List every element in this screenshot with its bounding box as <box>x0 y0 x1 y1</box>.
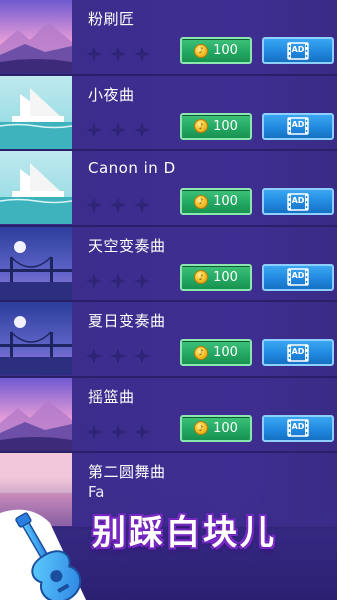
star-rating <box>86 348 150 364</box>
song-thumbnail <box>0 226 72 300</box>
coin-icon: ♪ <box>194 270 209 284</box>
ad-video-icon: AD <box>287 41 309 60</box>
coin-icon: ♪ <box>194 421 209 435</box>
song-list-screen: 粉刷匠 ♪ 100 AD 小夜曲 ♪ 100 AD Canon in D ♪ 1… <box>0 0 337 600</box>
price-label: 100 <box>213 194 238 209</box>
star-rating <box>86 197 150 213</box>
star-rating <box>86 121 150 138</box>
watch-ad-button[interactable]: AD <box>262 414 334 442</box>
song-thumbnail <box>0 75 72 149</box>
song-thumbnail <box>0 377 72 451</box>
guitar-icon <box>0 509 86 600</box>
star-rating <box>86 46 150 62</box>
ad-video-icon: AD <box>287 192 309 211</box>
song-title: Canon in D <box>88 159 176 177</box>
price-label: 100 <box>213 345 238 360</box>
star-rating <box>86 272 150 289</box>
buy-with-coins-button[interactable]: ♪ 100 <box>180 37 252 64</box>
song-row[interactable]: 摇篮曲 ♪ 100 AD <box>0 377 337 453</box>
song-list: 粉刷匠 ♪ 100 AD 小夜曲 ♪ 100 AD Canon in D ♪ 1… <box>0 0 337 529</box>
star-rating <box>86 423 150 440</box>
buy-with-coins-button[interactable]: ♪ 100 <box>180 112 252 140</box>
ad-video-icon: AD <box>287 268 309 286</box>
buy-with-coins-button[interactable]: ♪ 100 <box>180 414 252 442</box>
buy-with-coins-button[interactable]: ♪ 100 <box>180 188 252 215</box>
buy-with-coins-button[interactable]: ♪ 100 <box>180 263 252 291</box>
song-row[interactable]: 夏日变奏曲 ♪ 100 AD <box>0 302 337 378</box>
song-title: 粉刷匠 <box>88 10 135 28</box>
price-label: 100 <box>213 118 238 134</box>
song-row[interactable]: 粉刷匠 ♪ 100 AD <box>0 0 337 76</box>
song-title: 小夜曲 <box>88 85 135 104</box>
watch-ad-button[interactable]: AD <box>262 37 334 64</box>
buy-with-coins-button[interactable]: ♪ 100 <box>180 339 252 366</box>
coin-icon: ♪ <box>194 43 209 58</box>
ad-video-icon: AD <box>287 419 309 437</box>
coin-icon: ♪ <box>194 119 209 133</box>
partial-song-title: Fa <box>88 483 105 501</box>
ad-video-icon: AD <box>287 117 309 135</box>
coin-icon: ♪ <box>194 194 209 209</box>
song-thumbnail <box>0 302 72 375</box>
watch-ad-button[interactable]: AD <box>262 112 334 140</box>
song-thumbnail <box>0 151 72 224</box>
song-row[interactable]: 小夜曲 ♪ 100 AD <box>0 75 337 151</box>
promo-banner-title: 别踩白块儿 <box>92 513 277 553</box>
watch-ad-button[interactable]: AD <box>262 339 334 366</box>
price-label: 100 <box>213 269 238 285</box>
coin-icon: ♪ <box>194 345 209 360</box>
song-title: 摇篮曲 <box>88 387 135 406</box>
price-label: 100 <box>213 420 238 436</box>
song-title: 天空变奏曲 <box>88 236 166 255</box>
song-row[interactable]: 天空变奏曲 ♪ 100 AD <box>0 226 337 302</box>
watch-ad-button[interactable]: AD <box>262 188 334 215</box>
song-row[interactable]: Canon in D ♪ 100 AD <box>0 151 337 227</box>
song-title: 夏日变奏曲 <box>88 312 166 330</box>
ad-video-icon: AD <box>287 343 309 362</box>
song-thumbnail <box>0 0 72 73</box>
price-label: 100 <box>213 43 238 58</box>
watch-ad-button[interactable]: AD <box>262 263 334 291</box>
